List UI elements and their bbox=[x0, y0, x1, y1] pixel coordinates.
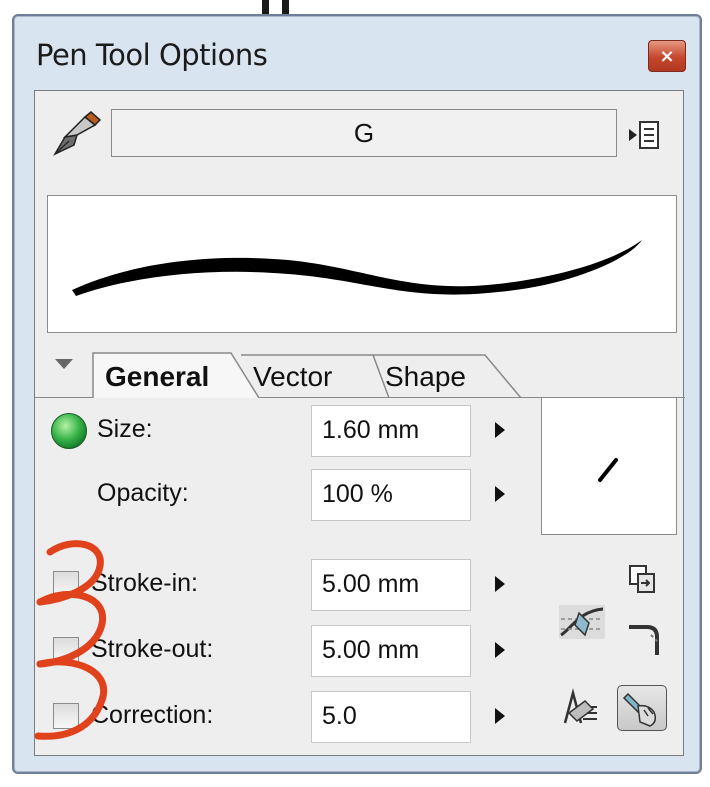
close-icon: × bbox=[659, 45, 675, 67]
correction-label: Correction: bbox=[91, 701, 214, 729]
preset-name-field[interactable]: G bbox=[111, 109, 617, 157]
stroke-out-checkbox[interactable] bbox=[53, 637, 79, 663]
stroke-preview bbox=[47, 195, 677, 333]
close-button[interactable]: × bbox=[648, 40, 686, 72]
tab-shape[interactable]: Shape bbox=[373, 349, 523, 398]
correction-row: Correction: 5.0 bbox=[35, 687, 515, 747]
correction-arrow-icon[interactable] bbox=[495, 708, 505, 724]
opacity-arrow-icon[interactable] bbox=[495, 486, 505, 502]
opacity-input[interactable]: 100 % bbox=[311, 469, 471, 521]
tab-label: Shape bbox=[385, 361, 466, 392]
nib-shape-preview bbox=[541, 397, 677, 535]
stroke-in-input[interactable]: 5.00 mm bbox=[311, 559, 471, 611]
window-title: Pen Tool Options bbox=[36, 38, 268, 72]
correction-input[interactable]: 5.0 bbox=[311, 691, 471, 743]
stroke-in-label: Stroke-in: bbox=[91, 569, 198, 597]
size-label: Size: bbox=[97, 415, 153, 443]
corner-icon[interactable] bbox=[625, 621, 663, 659]
stroke-out-arrow-icon[interactable] bbox=[495, 642, 505, 658]
stylus-icon bbox=[622, 692, 657, 727]
tab-label: Vector bbox=[253, 361, 333, 392]
pen-pressure-icon[interactable] bbox=[559, 687, 599, 727]
stroke-in-checkbox[interactable] bbox=[53, 571, 79, 597]
size-arrow-icon[interactable] bbox=[495, 422, 505, 438]
tab-bar: General Vector Shape bbox=[35, 349, 685, 399]
pen-nib-icon[interactable] bbox=[51, 111, 101, 157]
correction-checkbox[interactable] bbox=[53, 703, 79, 729]
pressure-curve-icon[interactable] bbox=[557, 599, 607, 645]
opacity-row: Opacity: 100 % bbox=[35, 465, 515, 525]
stroke-out-row: Stroke-out: 5.00 mm bbox=[35, 621, 515, 681]
tab-general[interactable]: General bbox=[91, 349, 261, 398]
preset-menu-icon[interactable] bbox=[627, 117, 663, 153]
stroke-in-row: Stroke-in: 5.00 mm bbox=[35, 555, 515, 615]
copy-settings-icon[interactable] bbox=[627, 563, 659, 597]
stylus-toggle-button[interactable] bbox=[617, 685, 667, 731]
stroke-out-input[interactable]: 5.00 mm bbox=[311, 625, 471, 677]
tab-dropdown-arrow-icon[interactable] bbox=[53, 357, 75, 371]
stroke-curve-icon bbox=[72, 240, 642, 296]
opacity-label: Opacity: bbox=[97, 479, 189, 507]
stroke-in-arrow-icon[interactable] bbox=[495, 576, 505, 592]
stroke-out-label: Stroke-out: bbox=[91, 635, 214, 663]
size-input[interactable]: 1.60 mm bbox=[311, 405, 471, 457]
tab-label: General bbox=[105, 361, 210, 392]
status-led-icon bbox=[51, 413, 87, 449]
options-panel: G General Vector Shape Size: 1.60 mm Opa… bbox=[34, 90, 685, 756]
nib-stroke-icon bbox=[598, 458, 618, 482]
size-row: Size: 1.60 mm bbox=[35, 401, 515, 461]
pen-tool-options-window: Pen Tool Options × G General Vector Shap… bbox=[12, 14, 702, 774]
preset-name: G bbox=[353, 117, 375, 148]
tab-vector[interactable]: Vector bbox=[241, 349, 391, 398]
